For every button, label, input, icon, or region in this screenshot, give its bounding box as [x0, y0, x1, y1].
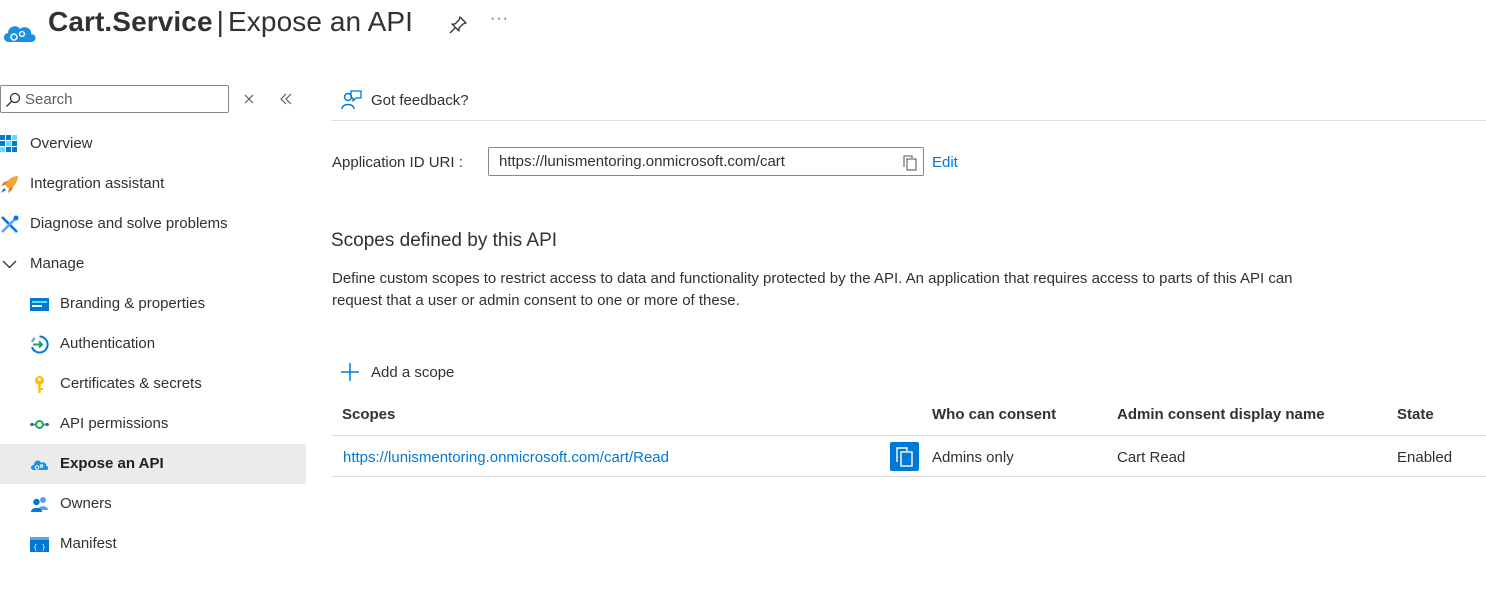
scopes-table: Scopes Who can consent Admin consent dis… [331, 396, 1486, 477]
sidebar-item-certificates[interactable]: Certificates & secrets [0, 364, 306, 404]
close-icon[interactable] [240, 90, 258, 108]
sidebar-item-label: Certificates & secrets [60, 375, 202, 392]
plus-icon [341, 363, 359, 381]
sidebar-nav: Overview Integration assistant Diagnose … [0, 124, 306, 564]
table-row[interactable]: https://lunismentoring.onmicrosoft.com/c… [331, 436, 1486, 477]
sidebar-item-expose-an-api[interactable]: Expose an API [0, 444, 306, 484]
page-title: Cart.Service | Expose an API [48, 6, 413, 38]
sidebar-item-label: Manifest [60, 535, 117, 552]
copy-icon [896, 447, 913, 467]
column-header-admin-consent-display-name[interactable]: Admin consent display name [1117, 406, 1325, 423]
sidebar-item-branding[interactable]: Branding & properties [0, 284, 306, 324]
overview-grid-icon [0, 135, 17, 152]
app-id-uri-label: Application ID URI : [332, 154, 463, 171]
table-header-row: Scopes Who can consent Admin consent dis… [331, 396, 1486, 436]
toolbar-divider [331, 120, 1486, 121]
app-id-uri-value: https://lunismentoring.onmicrosoft.com/c… [499, 153, 785, 170]
key-icon [35, 376, 44, 393]
copy-scope-button[interactable] [890, 442, 919, 471]
sidebar-item-label: Branding & properties [60, 295, 206, 312]
blade-name: Expose an API [228, 6, 413, 37]
feedback-icon [341, 90, 362, 110]
sidebar-item-label: Expose an API [60, 455, 164, 472]
sidebar-item-label: API permissions [60, 415, 169, 432]
scope-link[interactable]: https://lunismentoring.onmicrosoft.com/c… [343, 449, 669, 466]
scopes-section-description: Define custom scopes to restrict access … [332, 270, 1293, 309]
manifest-icon: { } [30, 537, 49, 552]
resource-name: Cart.Service [48, 6, 213, 37]
pin-icon[interactable] [447, 14, 469, 36]
sidebar-item-diagnose[interactable]: Diagnose and solve problems [0, 204, 306, 244]
who-can-consent-cell: Admins only [932, 449, 1014, 466]
more-options-button[interactable]: ··· [490, 10, 509, 28]
cloud-gear-icon [31, 460, 49, 470]
edit-app-id-uri-link[interactable]: Edit [932, 154, 958, 171]
sidebar-group-manage[interactable]: Manage [0, 244, 306, 284]
sidebar-item-api-permissions[interactable]: API permissions [0, 404, 306, 444]
sidebar-item-overview[interactable]: Overview [0, 124, 306, 164]
sidebar-item-owners[interactable]: Owners [0, 484, 306, 524]
sidebar-item-integration-assistant[interactable]: Integration assistant [0, 164, 306, 204]
authentication-icon [31, 335, 49, 354]
sidebar-item-label: Diagnose and solve problems [30, 215, 228, 232]
title-separator: | [216, 6, 225, 37]
sidebar-item-authentication[interactable]: Authentication [0, 324, 306, 364]
state-cell: Enabled [1397, 449, 1453, 466]
sidebar-item-label: Authentication [60, 335, 156, 352]
sidebar-item-label: Manage [30, 255, 85, 272]
app-id-uri-field[interactable]: https://lunismentoring.onmicrosoft.com/c… [488, 147, 924, 176]
sidebar-search[interactable] [0, 85, 229, 113]
column-header-state[interactable]: State [1397, 406, 1434, 423]
branding-icon [30, 298, 49, 311]
copy-icon[interactable] [903, 155, 917, 171]
sidebar-item-manifest[interactable]: { } Manifest [0, 524, 306, 564]
owners-icon [31, 497, 48, 512]
sidebar-item-label: Owners [60, 495, 112, 512]
collapse-sidebar-icon[interactable] [277, 90, 295, 108]
add-scope-button[interactable]: Add a scope [340, 360, 454, 384]
rocket-icon [1, 176, 18, 193]
svg-text:{ }: { } [33, 544, 46, 552]
wrench-icon [1, 215, 19, 233]
column-header-who-can-consent[interactable]: Who can consent [932, 406, 1056, 423]
sidebar-item-label: Integration assistant [30, 175, 165, 192]
feedback-label: Got feedback? [371, 91, 469, 109]
search-icon [6, 92, 21, 107]
chevron-down-icon [2, 260, 17, 269]
column-header-scopes[interactable]: Scopes [342, 406, 395, 423]
search-input[interactable] [25, 89, 225, 109]
feedback-button[interactable]: Got feedback? [340, 86, 469, 114]
sidebar-item-label: Overview [30, 135, 93, 152]
admin-consent-display-name-cell: Cart Read [1117, 449, 1186, 466]
api-permissions-icon [30, 420, 49, 429]
add-scope-label: Add a scope [371, 363, 455, 381]
scopes-section-title: Scopes defined by this API [331, 230, 558, 251]
app-cloud-gear-icon [3, 26, 36, 42]
